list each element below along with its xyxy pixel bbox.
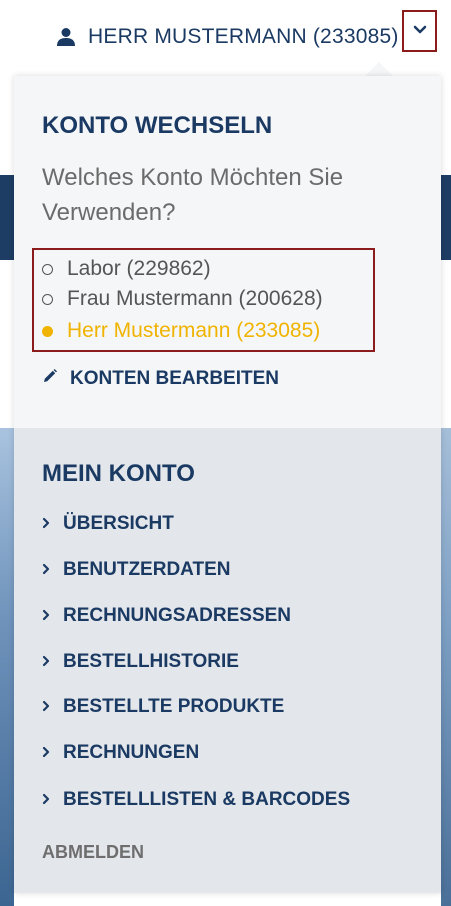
user-name-label: HERR MUSTERMANN (233085) bbox=[88, 25, 399, 48]
account-option-herr-mustermann[interactable]: Herr Mustermann (233085) bbox=[42, 316, 320, 346]
edit-accounts-link[interactable]: KONTEN BEARBEITEN bbox=[42, 364, 279, 394]
chevron-right-icon bbox=[42, 651, 63, 673]
menu-item-bestellte-produkte[interactable]: BESTELLTE PRODUKTE bbox=[42, 692, 284, 722]
menu-item-label: ÜBERSICHT bbox=[63, 513, 174, 534]
account-dropdown-button[interactable] bbox=[402, 10, 437, 52]
chevron-right-icon bbox=[42, 605, 63, 627]
menu-item-label: BESTELLLISTEN & BARCODES bbox=[63, 789, 351, 810]
background-image bbox=[441, 428, 451, 906]
menu-item-label: BESTELLTE PRODUKTE bbox=[63, 696, 285, 717]
chevron-right-icon bbox=[42, 696, 63, 718]
chevron-right-icon bbox=[42, 742, 63, 764]
user-icon bbox=[56, 27, 76, 47]
account-option-label: Labor (229862) bbox=[67, 257, 211, 280]
menu-item-label: RECHNUNGEN bbox=[63, 742, 200, 763]
account-option-label: Frau Mustermann (200628) bbox=[67, 287, 323, 310]
menu-item-label: BENUTZERDATEN bbox=[63, 559, 231, 580]
edit-accounts-label: KONTEN BEARBEITEN bbox=[70, 368, 280, 389]
dropdown-notch bbox=[365, 62, 393, 76]
logout-link[interactable]: ABMELDEN bbox=[42, 838, 144, 866]
switch-account-title: KONTO WECHSELN bbox=[42, 112, 273, 139]
menu-item-label: BESTELLHISTORIE bbox=[63, 651, 239, 672]
menu-item-benutzerdaten[interactable]: BENUTZERDATEN bbox=[42, 555, 230, 585]
menu-item-bestellhistorie[interactable]: BESTELLHISTORIE bbox=[42, 647, 239, 677]
account-option-label: Herr Mustermann (233085) bbox=[67, 319, 321, 342]
radio-selected-icon bbox=[42, 325, 53, 337]
background-image bbox=[0, 428, 14, 906]
account-option-frau-mustermann[interactable]: Frau Mustermann (200628) bbox=[42, 284, 323, 314]
menu-item-rechnungen[interactable]: RECHNUNGEN bbox=[42, 738, 199, 768]
background-banner bbox=[0, 175, 14, 260]
my-account-section: MEIN KONTO ÜBERSICHT BENUTZERDATEN RECHN… bbox=[14, 428, 441, 893]
account-menu-trigger[interactable]: HERR MUSTERMANN (233085) bbox=[56, 22, 399, 52]
menu-item-label: RECHNUNGSADRESSEN bbox=[63, 605, 292, 626]
account-dropdown: KONTO WECHSELN Welches Konto Möchten Sie… bbox=[14, 76, 441, 893]
switch-account-section: KONTO WECHSELN Welches Konto Möchten Sie… bbox=[14, 76, 441, 428]
radio-icon bbox=[42, 263, 53, 275]
chevron-right-icon bbox=[42, 513, 63, 535]
menu-item-bestelllisten-barcodes[interactable]: BESTELLLISTEN & BARCODES bbox=[42, 785, 350, 815]
chevron-right-icon bbox=[42, 559, 63, 581]
menu-item-uebersicht[interactable]: ÜBERSICHT bbox=[42, 509, 174, 539]
account-option-labor[interactable]: Labor (229862) bbox=[42, 254, 211, 284]
chevron-down-icon bbox=[413, 22, 427, 40]
switch-account-question: Welches Konto Möchten Sie Verwenden? bbox=[42, 164, 344, 226]
menu-item-rechnungsadressen[interactable]: RECHNUNGSADRESSEN bbox=[42, 601, 291, 631]
background-banner bbox=[441, 175, 451, 260]
my-account-title: MEIN KONTO bbox=[42, 460, 195, 487]
radio-icon bbox=[42, 293, 53, 305]
chevron-right-icon bbox=[42, 789, 63, 811]
pencil-icon bbox=[42, 368, 70, 390]
